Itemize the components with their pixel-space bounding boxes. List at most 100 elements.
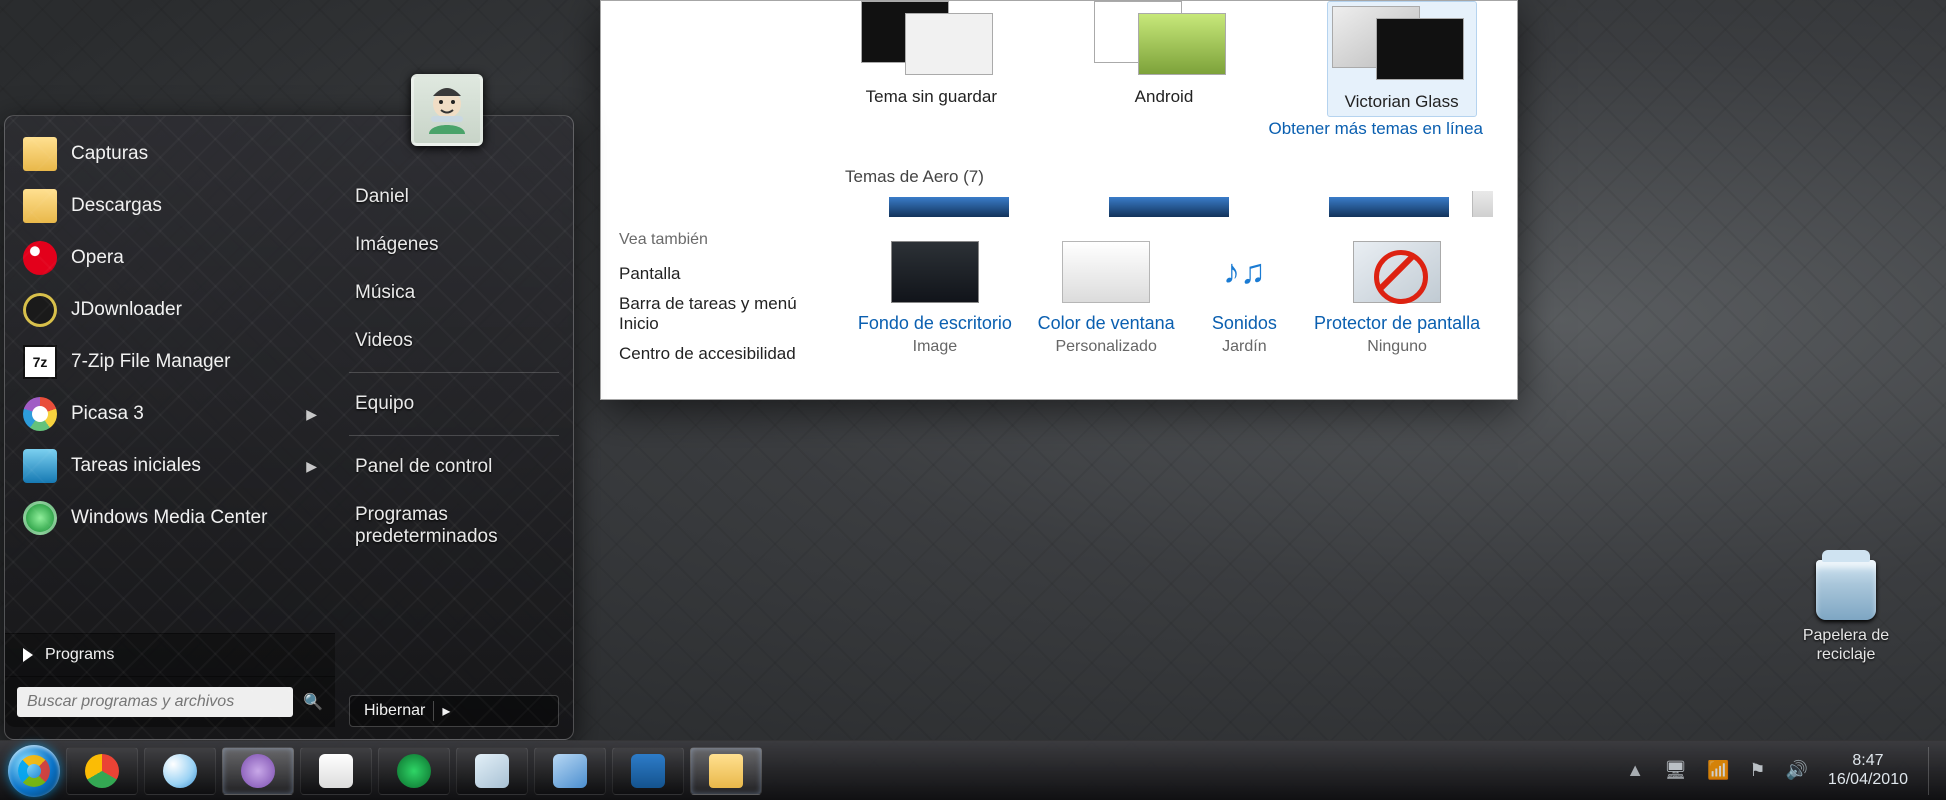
aero-theme-preview[interactable]: [1109, 197, 1229, 217]
aero-themes-header: Temas de Aero (7): [845, 161, 1493, 191]
taskbar-pin-app7[interactable]: [534, 747, 606, 795]
spotify-icon: [397, 754, 431, 788]
screensaver-link[interactable]: Protector de pantalla Ninguno: [1314, 241, 1480, 356]
aero-theme-preview[interactable]: [889, 197, 1009, 217]
taskbar-pin-spotify[interactable]: [378, 747, 450, 795]
my-themes-row: Tema sin guardar Android Victorian Glass: [845, 1, 1493, 117]
window-color-link[interactable]: Color de ventana Personalizado: [1038, 241, 1175, 356]
play-triangle-icon: [23, 648, 33, 662]
theme-card-selected[interactable]: Victorian Glass: [1327, 1, 1477, 117]
taskbar-clock[interactable]: 8:47 16/04/2010: [1828, 752, 1908, 789]
recycle-bin-icon: [1816, 560, 1876, 620]
desktop[interactable]: Papelera de reciclaje Vea también Pantal…: [0, 0, 1946, 800]
start-app-tareas-iniciales[interactable]: Tareas iniciales ▶: [5, 440, 335, 492]
theme-card[interactable]: Android: [1094, 1, 1234, 117]
taskbar-pin-chrome[interactable]: [66, 747, 138, 795]
generic-app-icon: [631, 754, 665, 788]
videos-link[interactable]: Videos: [349, 320, 559, 362]
start-search-row: 🔍: [5, 677, 335, 727]
chrome-icon: [85, 754, 119, 788]
start-app-label: Picasa 3: [71, 403, 144, 425]
theme-thumb: [1332, 6, 1472, 82]
taskbar-pin-app8[interactable]: [612, 747, 684, 795]
start-app-label: Descargas: [71, 195, 162, 217]
explorer-icon: [709, 754, 743, 788]
jdownloader-icon: [23, 293, 57, 327]
theme-card[interactable]: Tema sin guardar: [861, 1, 1001, 117]
tray-network-icon[interactable]: 📶: [1707, 760, 1729, 781]
start-app-label: Windows Media Center: [71, 507, 267, 529]
all-programs-button[interactable]: Programs: [5, 633, 335, 677]
taskbar-pin-pidgin[interactable]: [222, 747, 294, 795]
more-themes-online-link[interactable]: Obtener más temas en línea: [1268, 119, 1483, 139]
start-app-label: 7-Zip File Manager: [71, 351, 230, 373]
search-icon[interactable]: 🔍: [303, 692, 323, 712]
aero-themes-strip[interactable]: [845, 191, 1493, 217]
system-tray: ▲ 🖥 📶 ⚑ 🔊 8:47 16/04/2010: [1626, 747, 1938, 795]
music-link[interactable]: Música: [349, 272, 559, 314]
taskbar-pin-paint[interactable]: [300, 747, 372, 795]
taskbar-pin-msn[interactable]: [144, 747, 216, 795]
tray-flag-icon[interactable]: ⚑: [1749, 760, 1765, 781]
opera-icon: [23, 241, 57, 275]
start-menu-right: Daniel Imágenes Música Videos Equipo Pan…: [335, 116, 573, 739]
clock-date: 16/04/2010: [1828, 771, 1908, 789]
start-app-descargas[interactable]: Descargas: [5, 180, 335, 232]
sidebar-link-accessibility[interactable]: Centro de accesibilidad: [619, 339, 803, 369]
start-app-picasa[interactable]: Picasa 3 ▶: [5, 388, 335, 440]
start-app-label: Tareas iniciales: [71, 455, 201, 477]
start-menu: Capturas Descargas Opera JDownloader 7z …: [4, 115, 574, 740]
generic-app-icon: [553, 754, 587, 788]
avatar-face-icon: [419, 82, 475, 138]
folder-icon: [23, 189, 57, 223]
power-label: Hibernar: [364, 702, 425, 720]
personalization-window[interactable]: Vea también Pantalla Barra de tareas y m…: [600, 0, 1518, 400]
tray-icon[interactable]: 🖥: [1664, 760, 1687, 781]
start-app-capturas[interactable]: Capturas: [5, 128, 335, 180]
wallpaper-icon: [891, 241, 979, 303]
theme-label: Victorian Glass: [1332, 92, 1472, 112]
power-button[interactable]: Hibernar ▸: [349, 695, 559, 727]
taskbar-window-explorer[interactable]: [690, 747, 762, 795]
computer-link[interactable]: Equipo: [349, 383, 559, 425]
folder-icon: [23, 137, 57, 171]
user-avatar[interactable]: [411, 74, 483, 146]
start-app-label: Capturas: [71, 143, 148, 165]
start-app-label: JDownloader: [71, 299, 182, 321]
sounds-link[interactable]: ♪♫ Sonidos Jardín: [1200, 241, 1288, 356]
start-app-opera[interactable]: Opera: [5, 232, 335, 284]
msn-icon: [163, 754, 197, 788]
user-name-link[interactable]: Daniel: [349, 176, 559, 218]
clock-time: 8:47: [1828, 752, 1908, 770]
theme-label: Tema sin guardar: [861, 87, 1001, 107]
aero-theme-preview[interactable]: [1329, 197, 1449, 217]
control-panel-link[interactable]: Panel de control: [349, 446, 559, 488]
personalization-sidebar: Vea también Pantalla Barra de tareas y m…: [601, 1, 821, 399]
theme-label: Android: [1094, 87, 1234, 107]
taskbar[interactable]: ▲ 🖥 📶 ⚑ 🔊 8:47 16/04/2010: [0, 740, 1946, 800]
start-button[interactable]: [8, 745, 60, 797]
start-app-wmc[interactable]: Windows Media Center: [5, 492, 335, 544]
all-programs-label: Programs: [45, 646, 114, 664]
see-also-header: Vea también: [619, 231, 803, 249]
pictures-link[interactable]: Imágenes: [349, 224, 559, 266]
desktop-background-link[interactable]: Fondo de escritorio Image: [858, 241, 1012, 356]
sidebar-link-taskbar[interactable]: Barra de tareas y menú Inicio: [619, 289, 803, 339]
tray-volume-icon[interactable]: 🔊: [1786, 760, 1808, 781]
show-desktop-button[interactable]: [1928, 747, 1938, 795]
generic-app-icon: [475, 754, 509, 788]
recycle-bin[interactable]: Papelera de reciclaje: [1786, 560, 1906, 664]
power-options-arrow-icon[interactable]: ▸: [433, 701, 450, 721]
personalization-main: Tema sin guardar Android Victorian Glass…: [821, 1, 1517, 399]
sidebar-link-pantalla[interactable]: Pantalla: [619, 259, 803, 289]
tray-expand-icon[interactable]: ▲: [1626, 760, 1644, 781]
recycle-bin-label: Papelera de reciclaje: [1786, 626, 1906, 664]
taskbar-pin-app6[interactable]: [456, 747, 528, 795]
start-app-jdownloader[interactable]: JDownloader: [5, 284, 335, 336]
default-programs-link[interactable]: Programas predeterminados: [349, 494, 559, 558]
submenu-arrow-icon: ▶: [306, 406, 317, 423]
start-app-label: Opera: [71, 247, 124, 269]
search-input[interactable]: [17, 687, 293, 717]
pidgin-icon: [241, 754, 275, 788]
start-app-7zip[interactable]: 7z 7-Zip File Manager: [5, 336, 335, 388]
